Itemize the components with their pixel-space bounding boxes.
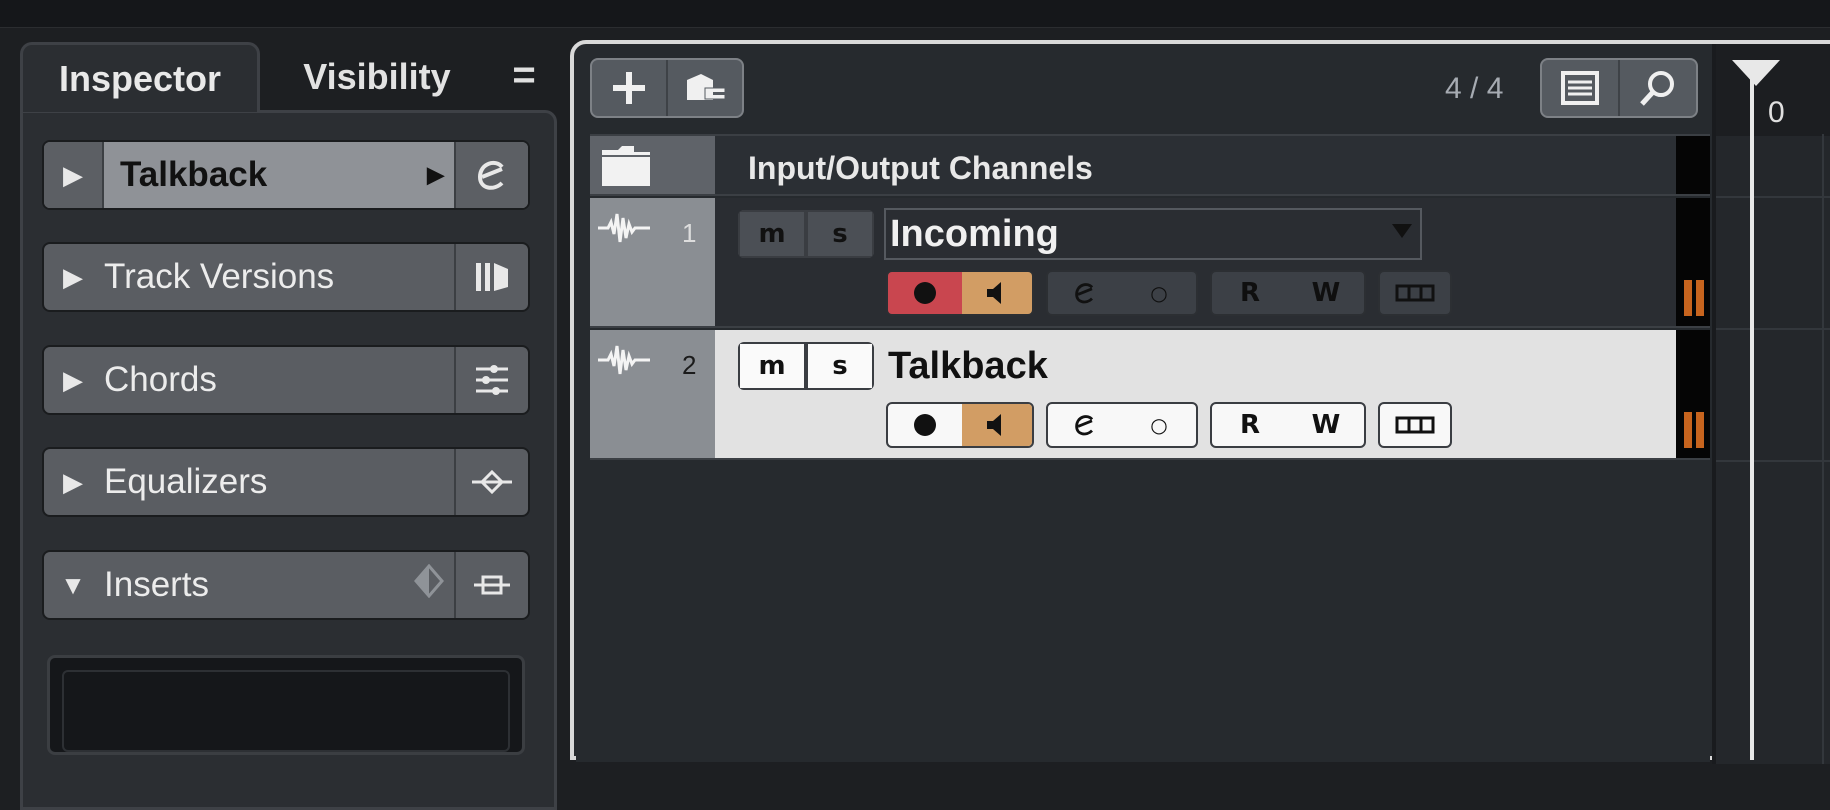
inspector-section-chords[interactable]: ▶ Chords [42, 345, 530, 415]
edit-channel-button[interactable] [1048, 404, 1122, 446]
mute-button[interactable]: m [738, 210, 806, 258]
solo-button[interactable]: s [806, 342, 874, 390]
edit-channel-button[interactable] [1048, 272, 1122, 314]
track-separator [1716, 460, 1830, 462]
folder-icon [602, 146, 650, 186]
submenu-arrow-icon[interactable]: ▶ [427, 162, 444, 188]
chords-icon[interactable] [454, 347, 528, 413]
title-bar [0, 0, 1830, 28]
track-separator [1716, 328, 1830, 330]
mute-solo-group: m s [738, 210, 874, 258]
dropdown-arrow-icon[interactable] [1392, 224, 1412, 238]
section-label: Inserts [104, 565, 210, 604]
event-display[interactable] [1716, 44, 1830, 764]
waveform-icon [598, 213, 650, 243]
collapse-triangle-icon[interactable]: ▼ [44, 552, 102, 618]
track-number: 1 [682, 218, 697, 248]
waveform-icon [598, 345, 650, 375]
level-meter [1676, 198, 1710, 326]
tab-visibility[interactable]: Visibility [272, 42, 482, 112]
track-name-field[interactable]: Incoming [884, 208, 1422, 260]
monitor-button[interactable] [962, 272, 1032, 314]
inspector-section-equalizers[interactable]: ▶ Equalizers [42, 447, 530, 517]
tab-inspector[interactable]: Inspector [20, 42, 260, 112]
track-list-empty-area[interactable] [576, 462, 1710, 762]
expand-triangle-icon[interactable]: ▶ [44, 449, 102, 515]
bypass-diamond-icon[interactable] [414, 563, 444, 607]
expand-triangle-icon[interactable]: ▶ [44, 142, 104, 208]
add-track-using-preset-button[interactable] [668, 60, 742, 116]
add-track-toolbar [590, 58, 744, 118]
track-number: 2 [682, 350, 697, 380]
section-label: Track Versions [104, 257, 335, 296]
level-meter [1676, 136, 1710, 194]
section-label: Chords [104, 360, 217, 399]
automation-read-button[interactable]: R [1212, 404, 1288, 446]
level-meter [1676, 330, 1710, 458]
view-toolbar [1540, 58, 1698, 118]
search-icon[interactable] [1620, 60, 1696, 116]
insert-slot[interactable] [47, 655, 525, 755]
track-versions-icon[interactable] [454, 244, 528, 310]
section-label: Equalizers [104, 462, 268, 501]
mute-solo-group: m s [738, 342, 874, 390]
track-name-field[interactable]: Talkback [884, 340, 1422, 392]
monitor-button[interactable] [962, 404, 1032, 446]
project-cursor-handle-icon[interactable] [1732, 60, 1780, 86]
track-separator [1716, 196, 1830, 198]
lanes-icon[interactable] [1380, 272, 1450, 314]
audio-track[interactable]: 1 m s Incoming ○ R W [590, 198, 1710, 328]
record-enable-button[interactable] [888, 404, 962, 446]
section-label: Talkback [120, 155, 268, 194]
expression-icon[interactable] [454, 142, 528, 208]
folder-track[interactable]: Input/Output Channels [590, 134, 1710, 196]
read-only-icon[interactable]: ○ [1122, 272, 1196, 314]
folder-track-name: Input/Output Channels [748, 150, 1093, 186]
audio-track-selected[interactable]: 2 m s Talkback ○ R W [590, 330, 1710, 460]
automation-write-button[interactable]: W [1288, 272, 1364, 314]
inspector-section-track-versions[interactable]: ▶ Track Versions [42, 242, 530, 312]
add-track-button[interactable] [592, 60, 668, 116]
solo-button[interactable]: s [806, 210, 874, 258]
expand-triangle-icon[interactable]: ▶ [44, 244, 102, 310]
track-counter: 4 / 4 [1445, 72, 1504, 105]
expand-triangle-icon[interactable]: ▶ [44, 347, 102, 413]
lanes-icon[interactable] [1380, 404, 1450, 446]
project-cursor[interactable] [1750, 60, 1754, 760]
automation-read-button[interactable]: R [1212, 272, 1288, 314]
grid-line [1822, 134, 1824, 764]
record-enable-button[interactable] [888, 272, 962, 314]
inspector-section-talkback[interactable]: ▶ Talkback ▶ [42, 140, 530, 210]
track-name: Talkback [888, 344, 1048, 387]
track-list-view-button[interactable] [1542, 60, 1620, 116]
inserts-icon[interactable] [454, 552, 528, 618]
read-only-icon[interactable]: ○ [1122, 404, 1196, 446]
equalizer-icon[interactable] [454, 449, 528, 515]
mute-button[interactable]: m [738, 342, 806, 390]
inspector-section-inserts[interactable]: ▼ Inserts [42, 550, 530, 620]
panel-menu-icon[interactable]: = [507, 55, 541, 95]
track-name: Incoming [890, 212, 1059, 255]
ruler-label: 0 [1768, 96, 1785, 129]
automation-write-button[interactable]: W [1288, 404, 1364, 446]
